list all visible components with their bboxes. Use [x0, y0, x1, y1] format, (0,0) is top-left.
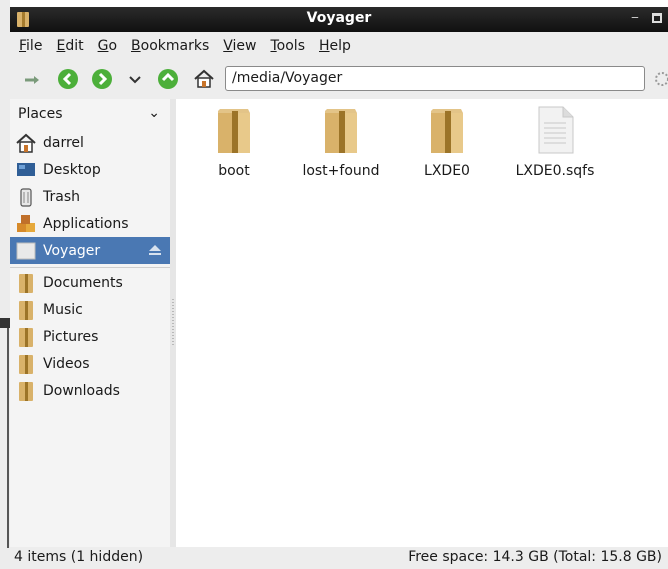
- window-title: Voyager: [306, 10, 372, 26]
- menu-help[interactable]: Help: [319, 38, 351, 54]
- folder-icon: [218, 109, 250, 153]
- menu-bookmarks[interactable]: Bookmarks: [131, 38, 209, 54]
- file-name: lost+found: [302, 163, 380, 179]
- file-item-lost-found[interactable]: lost+found: [286, 105, 396, 179]
- sidebar-item-label: Documents: [43, 274, 123, 291]
- toolbar: /media/Voyager: [10, 59, 668, 99]
- sidebar-item-label: Downloads: [43, 382, 120, 399]
- back-arrow-icon[interactable]: [56, 67, 80, 91]
- maximize-button[interactable]: [652, 13, 662, 23]
- sidebar-item-pictures[interactable]: Pictures: [10, 323, 170, 350]
- up-arrow-icon[interactable]: [156, 67, 180, 91]
- go-icon[interactable]: [652, 67, 668, 91]
- desktop-icon: [17, 162, 35, 176]
- location-input[interactable]: /media/Voyager: [225, 66, 645, 91]
- folder-icon: [325, 109, 357, 153]
- drive-icon: [16, 242, 36, 259]
- sidebar-item-applications[interactable]: Applications: [10, 210, 170, 237]
- home-icon: [16, 133, 36, 153]
- sidebar-item-voyager[interactable]: Voyager: [10, 237, 170, 264]
- folder-icon: [19, 300, 33, 320]
- file-name: LXDE0: [424, 163, 470, 179]
- new-tab-icon[interactable]: [22, 67, 46, 91]
- sidebar-item-label: Desktop: [43, 161, 101, 178]
- file-item-lxde0[interactable]: LXDE0: [392, 105, 502, 179]
- file-name: LXDE0.sqfs: [515, 163, 595, 179]
- eject-icon[interactable]: [148, 243, 162, 257]
- minimize-button[interactable]: ‒: [628, 10, 642, 28]
- menu-file[interactable]: File: [19, 38, 42, 54]
- sidebar-item-label: darrel: [43, 134, 84, 151]
- sidebar-item-desktop[interactable]: Desktop: [10, 156, 170, 183]
- menu-view[interactable]: View: [223, 38, 256, 54]
- sidebar-separator: [10, 267, 170, 268]
- item-count: 4 items (1 hidden): [14, 549, 144, 565]
- status-bar: 4 items (1 hidden) Free space: 14.3 GB (…: [10, 547, 668, 569]
- menu-tools[interactable]: Tools: [270, 38, 305, 54]
- sidebar-item-downloads[interactable]: Downloads: [10, 377, 170, 404]
- sidebar-item-videos[interactable]: Videos: [10, 350, 170, 377]
- home-icon[interactable]: [192, 67, 216, 91]
- menu-edit[interactable]: Edit: [56, 38, 83, 54]
- sidebar-item-music[interactable]: Music: [10, 296, 170, 323]
- file-name: boot: [218, 163, 250, 179]
- sidebar-item-label: Pictures: [43, 328, 99, 345]
- sidebar-item-label: Voyager: [43, 242, 101, 259]
- places-title: Places: [18, 106, 63, 122]
- sidebar-item-label: Videos: [43, 355, 90, 372]
- folder-icon: [19, 327, 33, 347]
- folder-icon: [19, 354, 33, 374]
- file-item-boot[interactable]: boot: [179, 105, 289, 179]
- sidebar-item-darrel[interactable]: darrel: [10, 129, 170, 156]
- sidebar-item-label: Applications: [43, 215, 129, 232]
- sidebar-item-label: Trash: [43, 188, 80, 205]
- sidebar-item-documents[interactable]: Documents: [10, 269, 170, 296]
- file-icon: [538, 106, 574, 154]
- sidebar-item-trash[interactable]: Trash: [10, 183, 170, 210]
- chevron-down-icon[interactable]: ⌄: [148, 105, 160, 121]
- menu-bar: File Edit Go Bookmarks View Tools Help: [10, 32, 668, 59]
- folder-icon: [19, 381, 33, 401]
- desktop-edge: [0, 0, 10, 569]
- folder-icon: [19, 273, 33, 293]
- places-header[interactable]: Places ⌄: [10, 99, 170, 129]
- applications-icon: [17, 214, 35, 232]
- trash-icon: [20, 187, 32, 207]
- file-view[interactable]: boot lost+found LXDE0 LXDE0.sqfs: [176, 99, 668, 547]
- places-sidebar: Places ⌄ darrel Desktop Trash Applicatio…: [10, 99, 170, 547]
- folder-icon: [431, 109, 463, 153]
- forward-arrow-icon[interactable]: [90, 67, 114, 91]
- history-dropdown-icon[interactable]: [126, 67, 144, 91]
- menu-go[interactable]: Go: [98, 38, 117, 54]
- sidebar-item-label: Music: [43, 301, 83, 318]
- title-bar[interactable]: Voyager ‒: [10, 7, 668, 32]
- free-space: Free space: 14.3 GB (Total: 15.8 GB): [408, 549, 662, 565]
- file-item-lxde0-sqfs[interactable]: LXDE0.sqfs: [500, 105, 610, 179]
